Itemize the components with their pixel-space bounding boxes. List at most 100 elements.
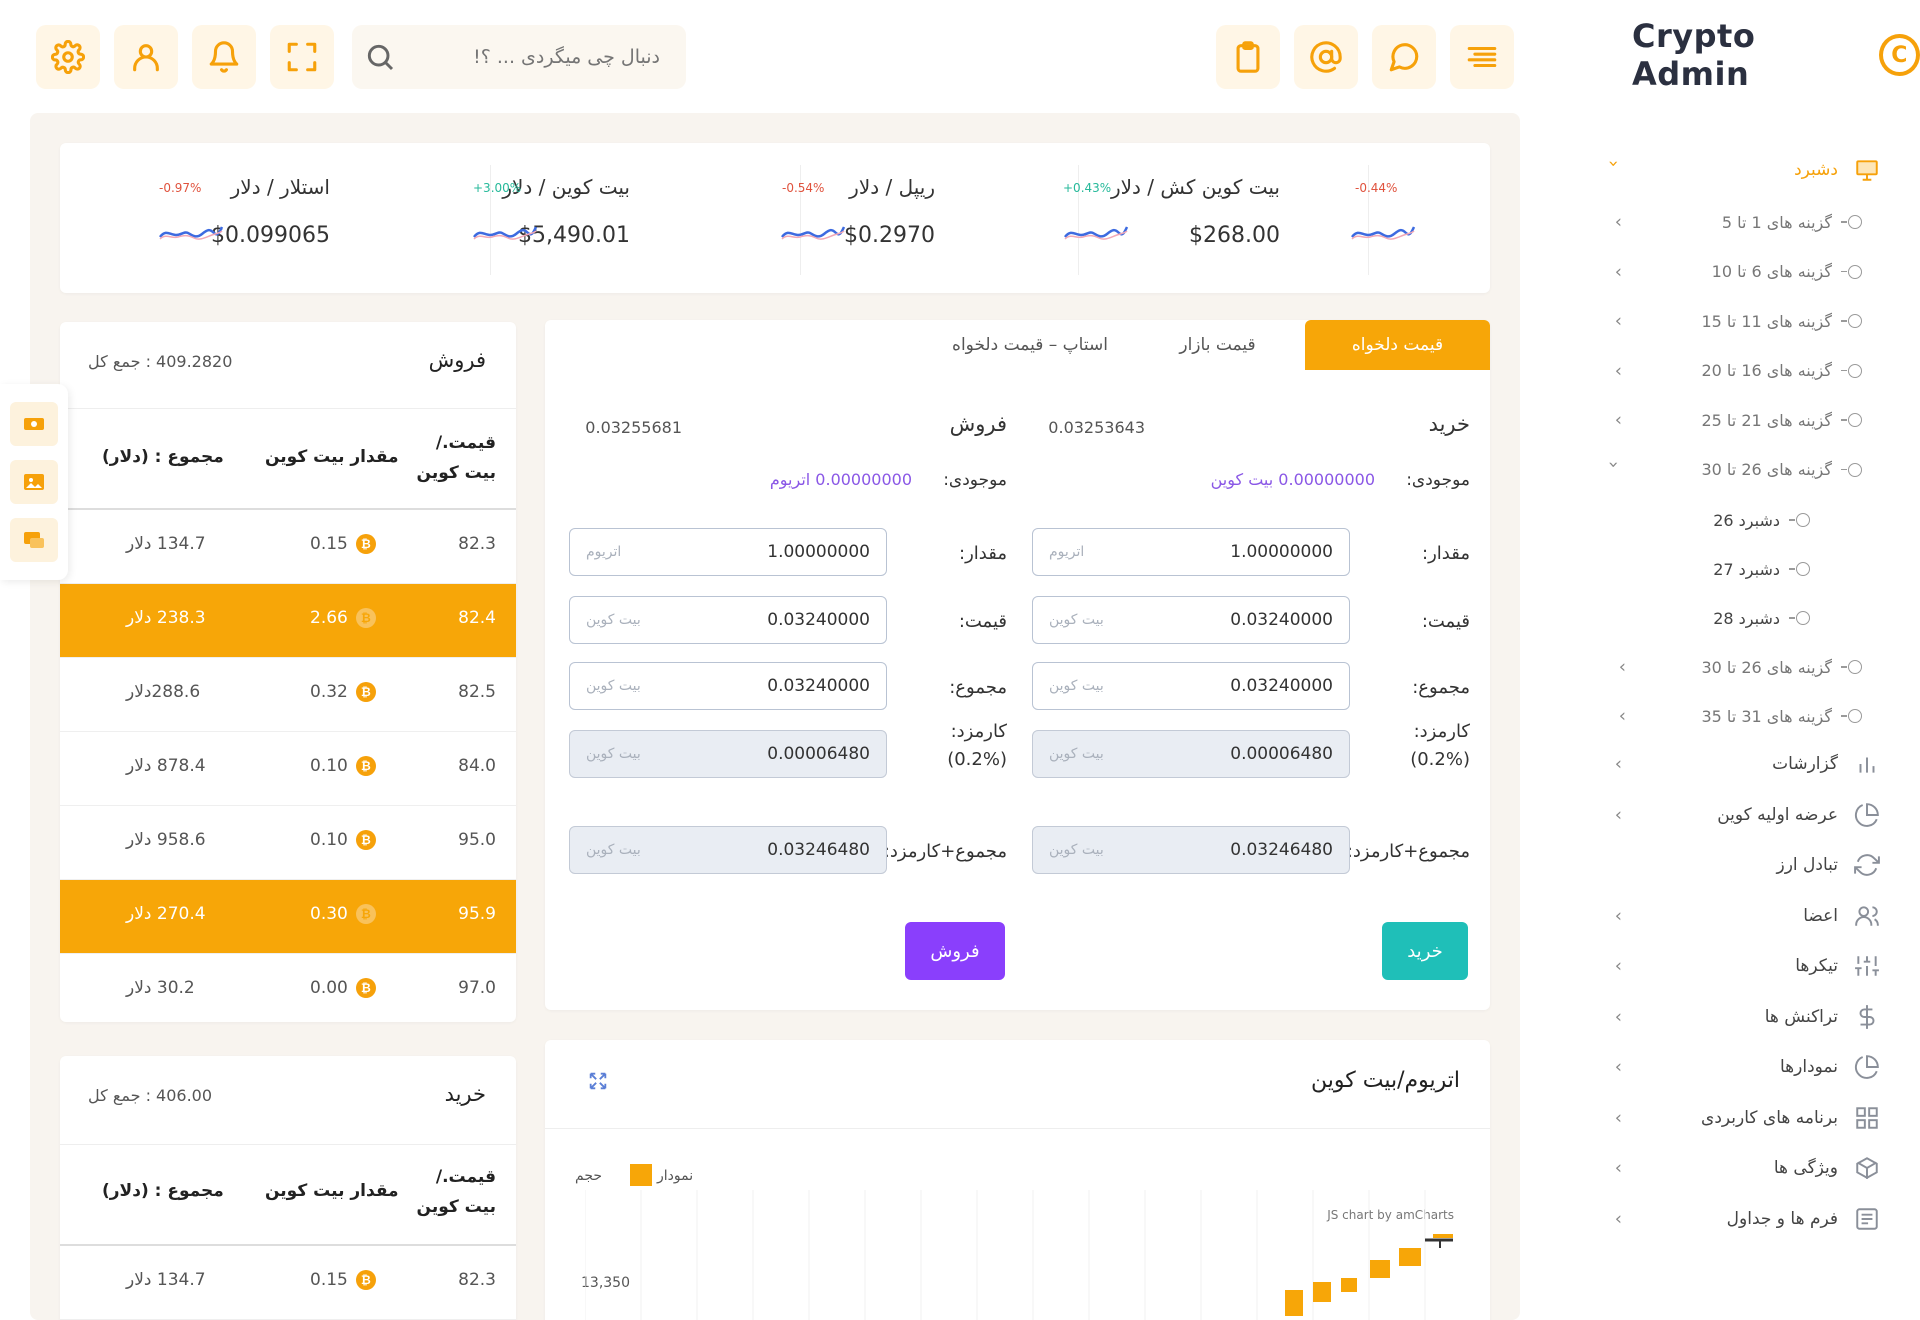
chevron-left-icon[interactable]: › [1604, 956, 1622, 977]
sidebar-item[interactable]: گزارشات [1772, 744, 1882, 784]
sidebar-subitem[interactable]: گزینه های 11 تا 15 [1701, 303, 1862, 339]
sidebar-item[interactable]: نمودارها [1780, 1047, 1882, 1087]
profile-button[interactable] [114, 25, 178, 89]
available-label: موجودی: [943, 470, 1007, 490]
chevron-left-icon[interactable]: › [1604, 1158, 1622, 1179]
field-input[interactable]: اتریوم 1.00000000 [569, 528, 887, 576]
bitcoin-icon: ₿ [355, 682, 376, 702]
row-price: 95.0 [458, 830, 496, 850]
chat-button[interactable] [1372, 25, 1436, 89]
sidebar-subitem[interactable]: گزینه های 31 تا 35 [1701, 698, 1862, 734]
chevron-left-icon[interactable]: › [1604, 1007, 1622, 1028]
field-unit: اتریوم [1049, 544, 1085, 560]
clipboard-button[interactable] [1216, 25, 1280, 89]
sidebar-item-label: برنامه های کاربردی [1701, 1107, 1838, 1128]
sidebar-item[interactable]: اعضا [1803, 896, 1882, 936]
chevron-left-icon[interactable]: › [1604, 1209, 1622, 1230]
candlestick-chart[interactable] [585, 1190, 1465, 1320]
candle [1313, 1282, 1331, 1302]
app-logo[interactable]: Crypto Admin C [1632, 17, 1920, 93]
table-row[interactable]: 82.5 ₿ 0.32 288.6دلار [60, 658, 516, 732]
sidebar-subsubitem[interactable]: دشبرد 27 [1713, 551, 1810, 587]
row-price: 84.0 [458, 756, 496, 776]
sidebar-item[interactable]: ویژگی ها [1774, 1148, 1882, 1188]
chevron-left-icon[interactable]: › [1604, 361, 1622, 382]
chat-panel-icon[interactable] [10, 518, 58, 562]
table-row[interactable]: 97.0 ₿ 0.00 30.2 دلار [60, 954, 516, 1022]
sidebar-item[interactable]: تیکرها [1795, 946, 1882, 986]
chevron-left-icon[interactable]: › [1604, 410, 1622, 431]
field-input[interactable]: اتریوم 1.00000000 [1032, 528, 1350, 576]
legend-series: نمودار [657, 1168, 694, 1184]
sidebar-item[interactable]: تراکنش ها [1765, 997, 1882, 1037]
form-title: فروش [949, 412, 1007, 436]
table-row[interactable]: 82.3 ₿ 0.15 134.7 دلار [60, 1246, 516, 1320]
search-input[interactable] [396, 46, 660, 68]
chevron-left-icon[interactable]: › [1604, 1108, 1622, 1129]
circle-bullet-icon [1841, 215, 1862, 229]
chevron-left-icon[interactable]: › [1604, 754, 1622, 775]
notifications-button[interactable] [192, 25, 256, 89]
chevron-left-icon[interactable]: › [1604, 311, 1622, 332]
chevron-down-icon[interactable]: › [1603, 461, 1624, 479]
available-value[interactable]: 0.00000000 اتریوم [770, 470, 912, 489]
bitcoin-icon: ₿ [355, 978, 376, 998]
box-icon [1852, 1153, 1882, 1183]
sell-submit-button[interactable]: فروش [905, 922, 1005, 980]
chevron-left-icon[interactable]: › [1604, 262, 1622, 283]
sidebar-item[interactable]: تبادل ارز [1776, 845, 1882, 885]
settings-button[interactable] [36, 25, 100, 89]
pie-chart-icon [1852, 800, 1882, 830]
subitem-label: گزینه های 31 تا 35 [1701, 706, 1832, 726]
sidebar-subsubitem[interactable]: دشبرد 26 [1713, 502, 1810, 538]
sidebar-subitem[interactable]: گزینه های 1 تا 5 [1722, 204, 1862, 240]
chevron-left-icon[interactable]: › [1608, 706, 1626, 727]
circle-bullet-icon [1841, 413, 1862, 427]
field-input[interactable]: بیت کوین 0.03240000 [1032, 662, 1350, 710]
sidebar-item[interactable]: عرضه اولیه کوین [1717, 795, 1882, 835]
sidebar-subitem[interactable]: گزینه های 6 تا 10 [1712, 254, 1862, 290]
sidebar-item[interactable]: فرم ها و جداول [1727, 1199, 1882, 1239]
fullscreen-button[interactable] [270, 25, 334, 89]
search-icon[interactable] [364, 41, 396, 73]
email-button[interactable] [1294, 25, 1358, 89]
sidebar-item[interactable]: برنامه های کاربردی [1701, 1098, 1882, 1138]
chevron-left-icon[interactable]: › [1604, 906, 1622, 927]
table-row[interactable]: 82.4 ₿ 2.66 238.3 دلار [60, 584, 516, 658]
expand-icon[interactable] [587, 1070, 609, 1092]
table-row[interactable]: 95.0 ₿ 0.10 958.6 دلار [60, 806, 516, 880]
field-input[interactable]: بیت کوین 0.03240000 [1032, 596, 1350, 644]
image-icon[interactable] [10, 460, 58, 504]
table-row[interactable]: 82.3 ₿ 0.15 134.7 دلار [60, 510, 516, 584]
buy-submit-button[interactable]: خرید [1382, 922, 1468, 980]
field-label: کارمزد: (%0.2) [1410, 721, 1470, 770]
available-value[interactable]: 0.00000000 بیت کوین [1211, 470, 1375, 489]
subitem-label: گزینه های 21 تا 25 [1701, 410, 1832, 430]
sidebar-subitem[interactable]: گزینه های 16 تا 20 [1701, 353, 1862, 389]
wallet-icon[interactable] [10, 402, 58, 446]
table-row[interactable]: 95.9 ₿ 0.30 270.4 دلار [60, 880, 516, 954]
chevron-left-icon[interactable]: › [1604, 212, 1622, 233]
chevron-left-icon[interactable]: › [1608, 657, 1626, 678]
sidebar-subitem[interactable]: گزینه های 26 تا 30 [1701, 452, 1862, 488]
field-input[interactable]: بیت کوین 0.03240000 [569, 596, 887, 644]
sidebar-item-dashboard[interactable]: دشبرد [1794, 150, 1882, 190]
sidebar-subitem[interactable]: گزینه های 26 تا 30 [1701, 649, 1862, 685]
tab-limit[interactable]: قیمت دلخواه [1305, 320, 1490, 370]
chevron-left-icon[interactable]: › [1604, 805, 1622, 826]
menu-toggle-button[interactable] [1450, 25, 1514, 89]
sidebar-subitem[interactable]: گزینه های 21 تا 25 [1701, 402, 1862, 438]
tab-stop-limit[interactable]: استاپ – قیمت دلخواه [930, 320, 1130, 370]
row-price: 97.0 [458, 978, 496, 998]
chevron-down-icon[interactable]: › [1603, 160, 1624, 178]
price-chart-card: اتریوم/بیت کوین حجم نمودار JS chart by a… [545, 1040, 1490, 1320]
tab-market[interactable]: قیمت بازار [1130, 320, 1305, 370]
chevron-left-icon[interactable]: › [1604, 1057, 1622, 1078]
table-row[interactable]: 84.0 ₿ 0.10 878.4 دلار [60, 732, 516, 806]
search-box[interactable] [352, 25, 686, 89]
field-input[interactable]: بیت کوین 0.03240000 [569, 662, 887, 710]
field-unit: اتریوم [586, 544, 622, 560]
sidebar-item-label: دشبرد [1794, 160, 1838, 180]
ticker-item[interactable]: -0.97% [60, 143, 1490, 293]
sidebar-subsubitem[interactable]: دشبرد 28 [1713, 600, 1810, 636]
